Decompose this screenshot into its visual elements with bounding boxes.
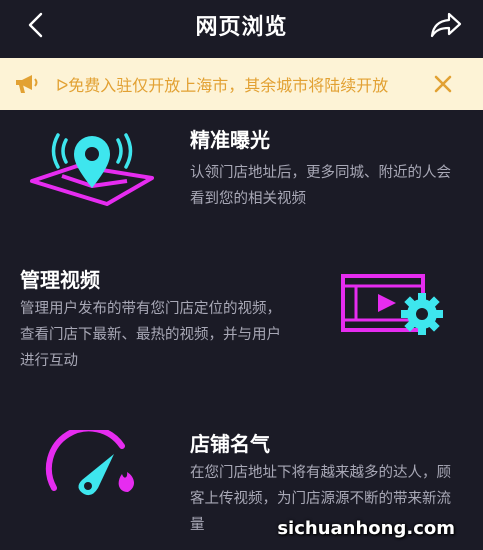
nav-bar: 网页浏览 [0, 0, 483, 52]
megaphone-icon [16, 75, 38, 93]
watermark: sichuanhong.com [277, 518, 455, 539]
feature-title-exposure: 精准曝光 [190, 128, 270, 152]
notice-text: ᐅ免费入驻仅开放上海市，其余城市将陆续开放 [56, 76, 389, 95]
notice-banner: ᐅ免费入驻仅开放上海市，其余城市将陆续开放 [0, 58, 483, 110]
location-map-icon [30, 133, 154, 206]
page-title: 网页浏览 [195, 15, 288, 40]
feature-title-manage-videos: 管理视频 [20, 268, 100, 292]
feature-desc-manage-videos: 管理用户发布的带有您门店定位的视频，查看门店下最新、最热的视频，并与用户进行互动 [20, 301, 281, 369]
feature-desc-exposure: 认领门店地址后，更多同城、附近的人会看到您的相关视频 [190, 165, 451, 207]
close-icon[interactable] [433, 74, 453, 94]
share-arrow-icon[interactable] [429, 10, 463, 40]
feature-title-popularity: 店铺名气 [190, 432, 270, 456]
video-settings-icon [341, 274, 443, 335]
speedometer-fire-icon [45, 430, 135, 496]
